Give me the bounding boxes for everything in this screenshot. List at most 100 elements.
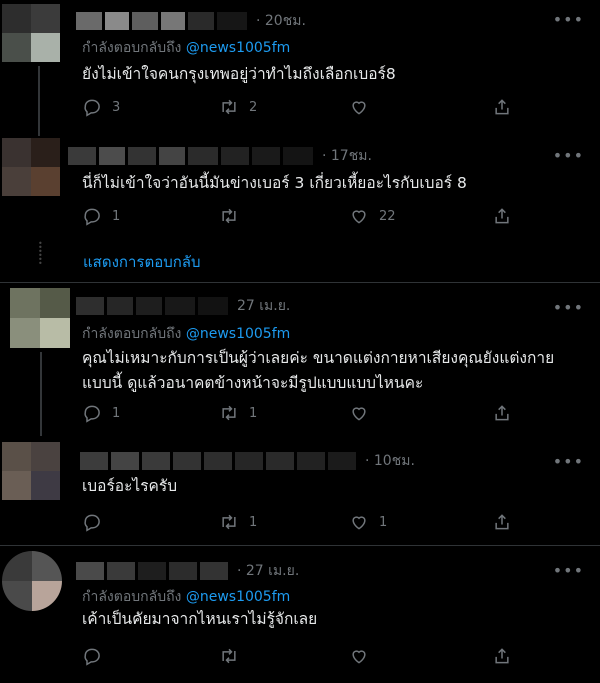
- author-name-redacted[interactable]: · 27 เม.ย.: [76, 561, 299, 581]
- reply-button[interactable]: 1: [82, 403, 120, 423]
- like-count: 1: [379, 514, 388, 530]
- show-replies-link[interactable]: แสดงการตอบกลับ: [83, 250, 201, 274]
- divider: [0, 545, 600, 546]
- timestamp[interactable]: 27 เม.ย.: [237, 295, 290, 317]
- tweet-text: นี่ก็ไม่เข้าใจว่าอันนี้มันข่างเบอร์ 3 เก…: [82, 174, 467, 192]
- more-icon[interactable]: •••: [553, 298, 584, 317]
- retweet-count: 1: [249, 405, 258, 421]
- share-button[interactable]: [492, 512, 512, 532]
- retweet-button[interactable]: [219, 646, 249, 666]
- thread-line: [38, 66, 40, 136]
- like-button[interactable]: [349, 403, 379, 423]
- share-icon: [495, 99, 509, 115]
- like-icon: [352, 210, 366, 224]
- like-icon: [352, 650, 366, 664]
- tweet[interactable]: · 10ชม. ••• เบอร์อะไรครับ 1 1: [0, 440, 600, 540]
- like-icon: [352, 516, 366, 530]
- reply-button[interactable]: [82, 512, 112, 532]
- avatar[interactable]: [2, 551, 62, 611]
- avatar[interactable]: [2, 4, 60, 62]
- replying-label: กำลังตอบกลับถึง: [82, 40, 182, 56]
- divider: [0, 282, 600, 283]
- more-icon[interactable]: •••: [553, 146, 584, 165]
- tweet[interactable]: 27 เม.ย. ••• กำลังตอบกลับถึง @news1005fm…: [0, 286, 600, 436]
- retweet-count: 1: [249, 514, 258, 530]
- timestamp[interactable]: · 10ชม.: [365, 450, 415, 472]
- retweet-button[interactable]: 1: [219, 403, 257, 423]
- reply-button[interactable]: 1: [82, 206, 120, 226]
- reply-icon: [84, 208, 100, 226]
- replying-label: กำลังตอบกลับถึง: [82, 589, 182, 605]
- share-icon: [495, 405, 509, 421]
- reply-count: 1: [112, 208, 121, 224]
- like-icon: [352, 407, 366, 421]
- replying-to: กำลังตอบกลับถึง @news1005fm: [82, 37, 290, 59]
- more-icon[interactable]: •••: [553, 10, 584, 29]
- tweet-actions: 1 1: [82, 403, 522, 425]
- share-button[interactable]: [492, 646, 512, 666]
- replying-label: กำลังตอบกลับถึง: [82, 326, 182, 342]
- reply-button[interactable]: [82, 646, 112, 666]
- more-icon[interactable]: •••: [553, 452, 584, 471]
- thread-dots: • • • • • •: [38, 239, 43, 268]
- avatar[interactable]: [2, 138, 60, 196]
- replying-to: กำลังตอบกลับถึง @news1005fm: [82, 323, 290, 345]
- like-button[interactable]: 1: [349, 512, 387, 532]
- timestamp[interactable]: · 27 เม.ย.: [237, 560, 299, 582]
- tweet[interactable]: · 17ชม. ••• นี่ก็ไม่เข้าใจว่าอันนี้มันข่…: [0, 134, 600, 284]
- tweet[interactable]: · 27 เม.ย. ••• กำลังตอบกลับถึง @news1005…: [0, 549, 600, 683]
- tweet-text: ยังไม่เข้าใจคนกรุงเทพอยู่ว่าทำไมถึงเลือก…: [82, 65, 396, 83]
- reply-icon: [84, 514, 100, 532]
- tweet-actions: 1 22: [82, 206, 522, 228]
- share-icon: [495, 514, 509, 530]
- retweet-button[interactable]: 2: [219, 97, 257, 117]
- replying-to: กำลังตอบกลับถึง @news1005fm: [82, 586, 290, 608]
- reply-icon: [84, 99, 100, 117]
- retweet-icon: [222, 514, 236, 530]
- tweet-text-line: แบบนี้ ดูแล้วอนาคตข้างหน้าจะมีรูปแบบแบบไ…: [82, 374, 424, 392]
- timestamp[interactable]: · 20ชม.: [256, 10, 306, 32]
- share-button[interactable]: [492, 206, 512, 226]
- timestamp[interactable]: · 17ชม.: [322, 145, 372, 167]
- like-button[interactable]: 22: [349, 206, 396, 226]
- tweet[interactable]: · 20ชม. ••• กำลังตอบกลับถึง @news1005fm …: [0, 0, 600, 136]
- replying-handle-link[interactable]: @news1005fm: [186, 40, 290, 56]
- reply-icon: [84, 405, 100, 423]
- tweet-text: คุณไม่เหมาะกับการเป็นผู้ว่าเลยค่ะ ขนาดแต…: [82, 346, 592, 396]
- like-count: 22: [379, 208, 396, 224]
- more-icon[interactable]: •••: [553, 561, 584, 580]
- tweet-actions: 3 2: [82, 97, 522, 119]
- reply-icon: [84, 648, 100, 666]
- share-icon: [495, 648, 509, 664]
- avatar[interactable]: [2, 442, 60, 500]
- retweet-icon: [222, 208, 236, 224]
- tweet-text-line: คุณไม่เหมาะกับการเป็นผู้ว่าเลยค่ะ ขนาดแต…: [82, 349, 555, 367]
- like-button[interactable]: [349, 646, 379, 666]
- author-name-redacted[interactable]: 27 เม.ย.: [76, 296, 290, 316]
- avatar[interactable]: [10, 288, 70, 348]
- replying-handle-link[interactable]: @news1005fm: [186, 589, 290, 605]
- like-button[interactable]: [349, 97, 379, 117]
- author-name-redacted[interactable]: · 17ชม.: [68, 146, 372, 166]
- retweet-button[interactable]: [219, 206, 249, 226]
- retweet-icon: [222, 648, 236, 664]
- retweet-icon: [222, 99, 236, 115]
- author-name-redacted[interactable]: · 10ชม.: [80, 451, 415, 471]
- like-icon: [352, 101, 366, 115]
- tweet-text: เค้าเป็นคัยมาจากไหนเราไม่รู้จักเลย: [82, 610, 318, 628]
- retweet-count: 2: [249, 99, 258, 115]
- retweet-button[interactable]: 1: [219, 512, 257, 532]
- author-name-redacted[interactable]: · 20ชม.: [76, 11, 306, 31]
- reply-button[interactable]: 3: [82, 97, 120, 117]
- share-button[interactable]: [492, 97, 512, 117]
- reply-count: 3: [112, 99, 121, 115]
- retweet-icon: [222, 405, 236, 421]
- replying-handle-link[interactable]: @news1005fm: [186, 326, 290, 342]
- share-icon: [495, 208, 509, 224]
- tweet-actions: [82, 646, 522, 668]
- share-button[interactable]: [492, 403, 512, 423]
- tweet-text: เบอร์อะไรครับ: [82, 477, 178, 495]
- reply-count: 1: [112, 405, 121, 421]
- thread-line: [40, 352, 42, 436]
- tweet-actions: 1 1: [82, 512, 522, 534]
